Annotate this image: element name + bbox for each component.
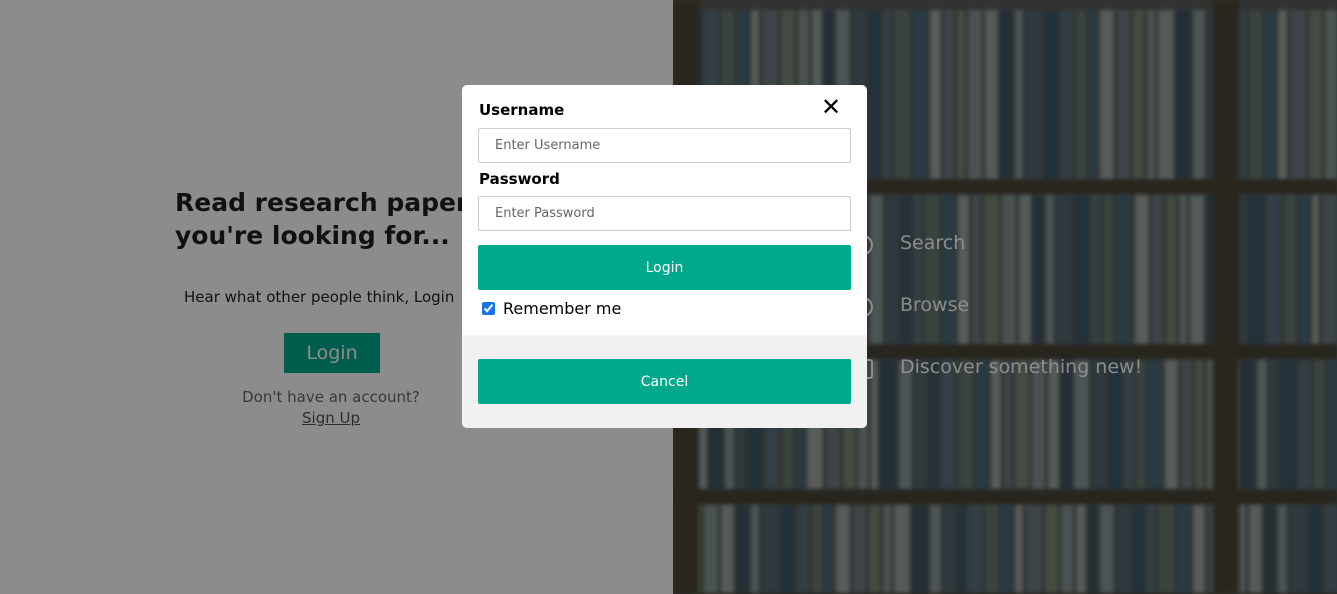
remember-me-label: Remember me bbox=[503, 299, 622, 318]
login-modal: ✕ Username Password Login Remember me Ca… bbox=[462, 85, 867, 428]
username-label: Username bbox=[479, 101, 565, 119]
username-input[interactable] bbox=[478, 128, 851, 163]
login-submit-button[interactable]: Login bbox=[478, 245, 851, 290]
modal-footer: Cancel bbox=[462, 335, 867, 428]
remember-me-checkbox[interactable] bbox=[482, 302, 495, 315]
cancel-button[interactable]: Cancel bbox=[478, 359, 851, 404]
password-label: Password bbox=[479, 170, 560, 188]
close-icon[interactable]: ✕ bbox=[819, 95, 843, 119]
remember-me-row: Remember me bbox=[482, 299, 621, 318]
password-input[interactable] bbox=[478, 196, 851, 231]
